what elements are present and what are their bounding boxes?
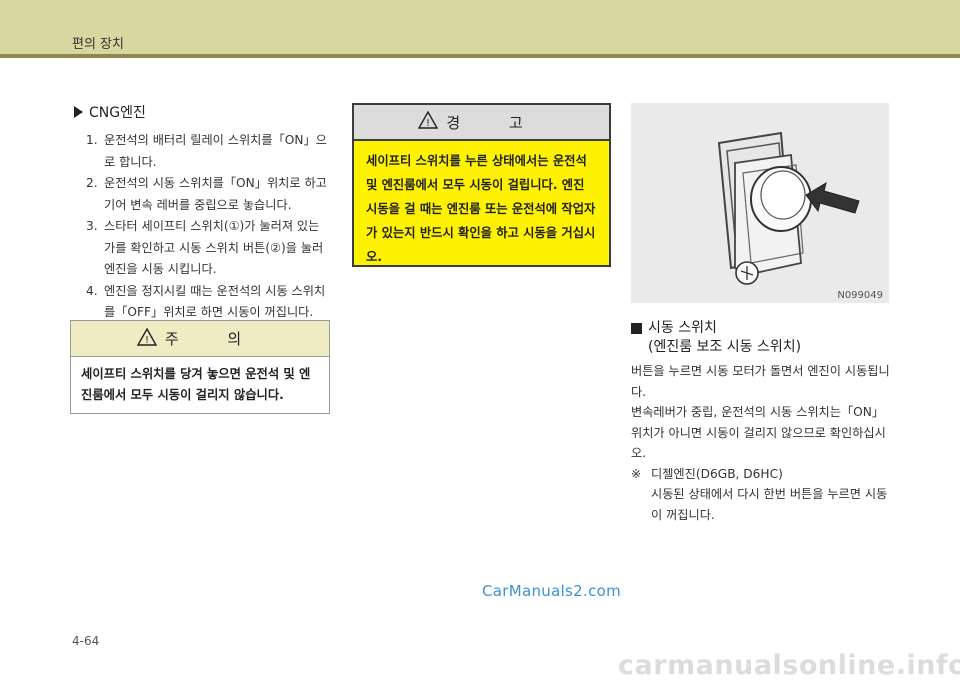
- footer-watermark: carmanualsonline.info: [618, 650, 960, 681]
- switch-illustration: N099049: [631, 103, 889, 303]
- warning-text: 세이프티 스위치를 누른 상태에서는 운전석 및 엔진룸에서 모두 시동이 걸립…: [366, 154, 596, 264]
- paragraph: 변속레버가 중립, 운전석의 시동 스위치는「ON」위치가 아니면 시동이 걸리…: [631, 405, 886, 460]
- note-title: 디젤엔진(D6GB, D6HC): [651, 466, 783, 481]
- svg-text:!: !: [145, 335, 149, 346]
- site-watermark: CarManuals2.com: [482, 582, 622, 600]
- square-bullet-icon: [631, 323, 642, 334]
- chapter-title: 편의 장치: [72, 37, 124, 52]
- triangle-bullet-icon: [74, 106, 83, 118]
- right-column: 시동 스위치 (엔진룸 보조 시동 스위치) 버튼을 누르면 시동 모터가 돌면…: [631, 319, 893, 525]
- caution-header: ! 주 의: [71, 321, 329, 357]
- page-number: 4-64: [72, 634, 100, 648]
- list-item: 4. 엔진을 정지시킬 때는 운전석의 시동 스위치를「OFF」위치로 하면 시동…: [86, 283, 326, 320]
- subsection-subtitle: (엔진룸 보조 시동 스위치): [648, 339, 802, 355]
- warning-triangle-icon: !: [136, 327, 158, 350]
- list-item: 3. 스타터 세이프티 스위치(①)가 눌러져 있는가를 확인하고 시동 스위치 …: [86, 219, 324, 276]
- subsection-title: 시동 스위치: [648, 320, 717, 336]
- note: ※ 디젤엔진(D6GB, D6HC) 시동된 상태에서 다시 한번 버튼을 누르…: [631, 464, 893, 526]
- warning-box: ! 경 고 세이프티 스위치를 누른 상태에서는 운전석 및 엔진룸에서 모두 …: [352, 103, 611, 267]
- paragraph: 버튼을 누르면 시동 모터가 돌면서 엔진이 시동됩니다.: [631, 364, 890, 399]
- subsection-heading: 시동 스위치 (엔진룸 보조 시동 스위치): [631, 319, 893, 357]
- list-item: 2. 운전석의 시동 스위치를「ON」위치로 하고 기어 변속 레버를 중립으로 …: [86, 176, 327, 212]
- header-band: [0, 0, 960, 54]
- note-mark: ※: [631, 466, 642, 481]
- section-heading: CNG엔진: [74, 102, 330, 122]
- warning-title: 경 고: [446, 113, 545, 132]
- figure-code: N099049: [837, 290, 883, 301]
- note-text: 시동된 상태에서 다시 한번 버튼을 누르면 시동이 꺼집니다.: [651, 487, 888, 522]
- section-title: CNG엔진: [89, 105, 146, 121]
- warning-header: ! 경 고: [354, 105, 609, 141]
- left-column: CNG엔진 1. 운전석의 배터리 릴레이 스위치를「ON」으로 합니다. 2. 운…: [70, 102, 330, 324]
- header-rule: [0, 54, 960, 58]
- warning-triangle-icon: !: [418, 110, 439, 133]
- caution-box: ! 주 의 세이프티 스위치를 당겨 놓으면 운전석 및 엔진룸에서 모두 시동…: [70, 320, 330, 414]
- start-switch-drawing: [717, 131, 860, 285]
- list-item: 1. 운전석의 배터리 릴레이 스위치를「ON」으로 합니다.: [86, 133, 327, 169]
- caution-text: 세이프티 스위치를 당겨 놓으면 운전석 및 엔진룸에서 모두 시동이 걸리지 …: [81, 367, 311, 402]
- caution-title: 주 의: [164, 330, 264, 348]
- steps-list: 1. 운전석의 배터리 릴레이 스위치를「ON」으로 합니다. 2. 운전석의 시동…: [70, 130, 330, 324]
- svg-text:!: !: [426, 118, 430, 129]
